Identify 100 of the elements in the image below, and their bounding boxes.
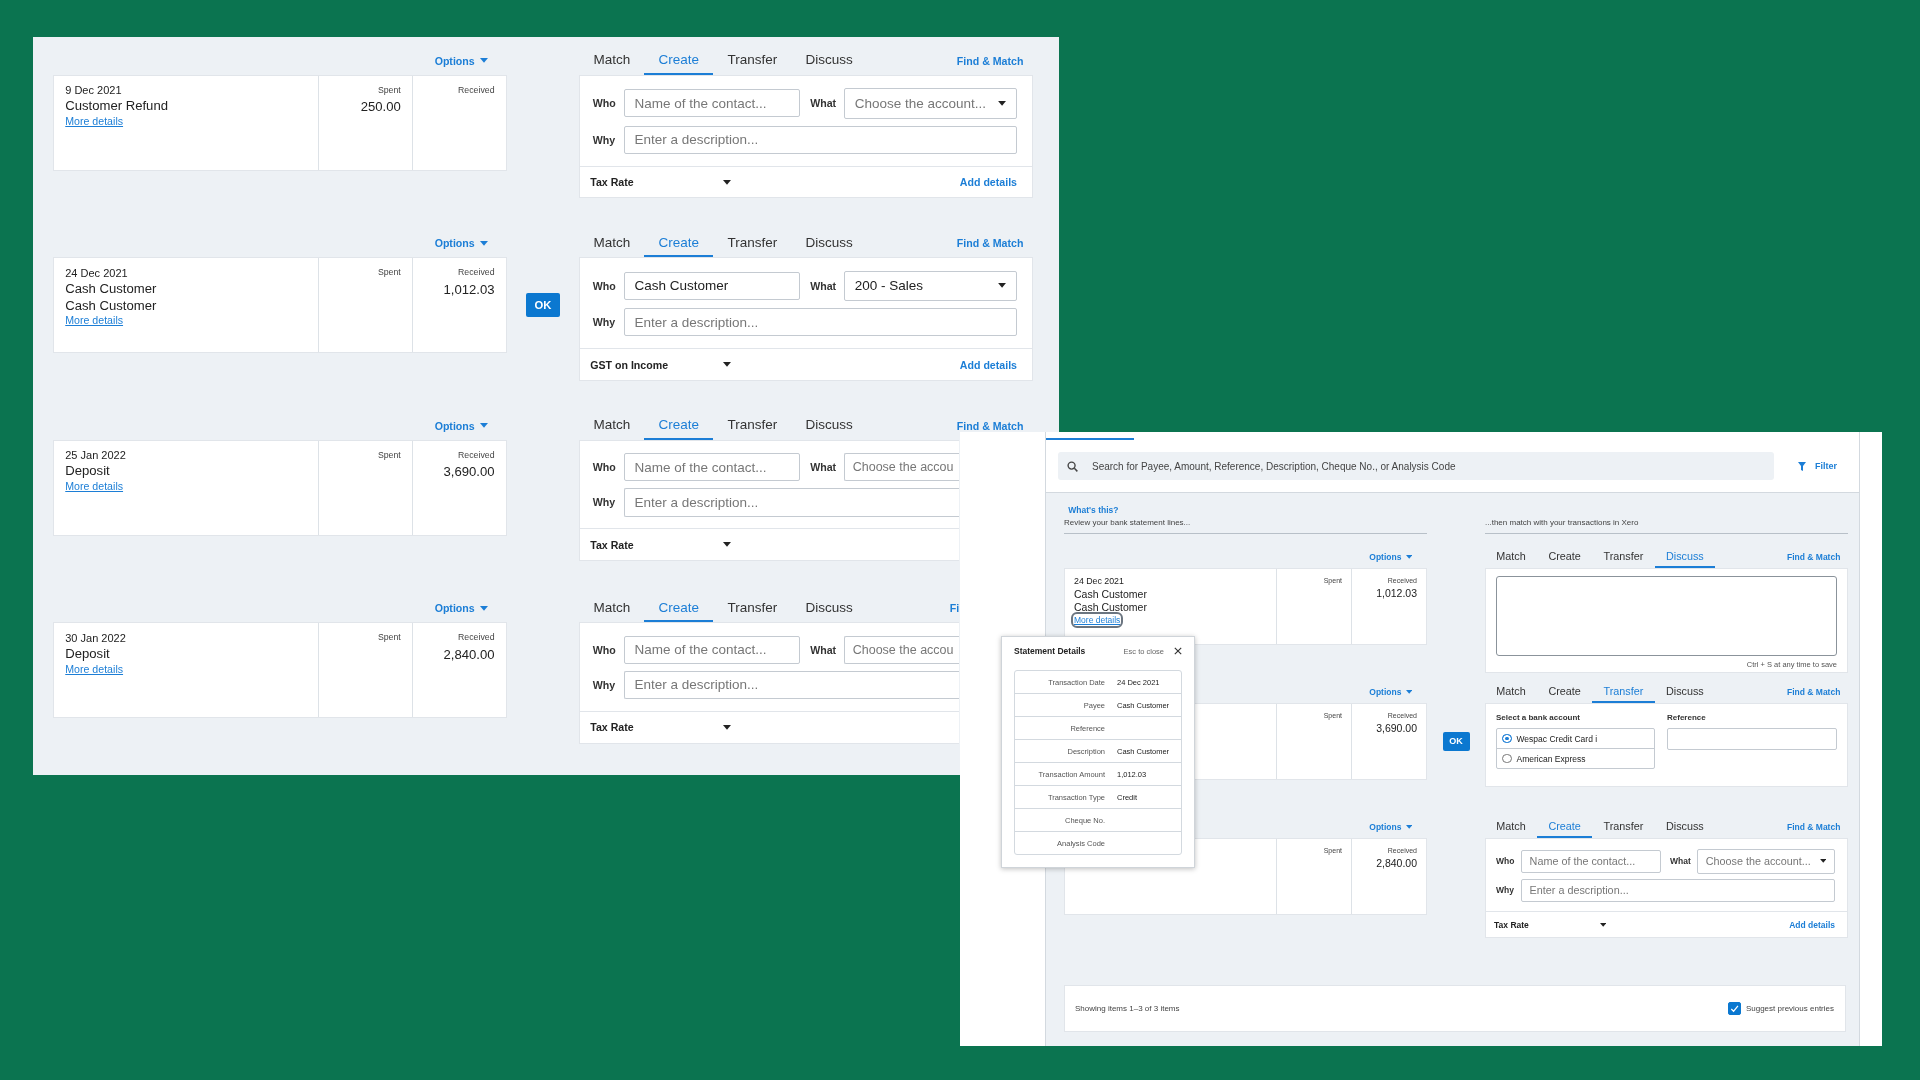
radio-button[interactable]	[1502, 733, 1512, 744]
contact-field[interactable]: Name of the contact...	[624, 635, 800, 664]
caption-text: Review your bank statement lines...	[1064, 518, 1192, 527]
tab[interactable]: Discuss	[791, 229, 867, 257]
account-dropdown[interactable]: 200 - Sales	[844, 270, 1017, 302]
field-label: What	[810, 97, 838, 110]
caret-icon	[1820, 859, 1827, 864]
contact-field[interactable]: Name of the contact...	[624, 453, 800, 482]
contact-field[interactable]: Name of the contact...	[1521, 849, 1662, 873]
field-label: What	[1669, 856, 1692, 867]
find-match-link[interactable]: Find & Match	[956, 237, 1033, 250]
options-button[interactable]: Options	[434, 419, 488, 432]
tab[interactable]: Transfer	[713, 412, 792, 440]
tab[interactable]: Match	[1485, 816, 1538, 838]
tab[interactable]: Discuss	[791, 47, 867, 75]
account-dropdown[interactable]: Choose the accou	[844, 635, 960, 664]
tab[interactable]: Discuss	[791, 594, 867, 622]
field-label: Who	[592, 279, 617, 292]
tab[interactable]: Transfer	[713, 47, 792, 75]
tax-rate-dropdown[interactable]: Tax Rate	[590, 538, 731, 551]
column-label: Received	[458, 632, 495, 643]
find-match-link[interactable]: Find & Match	[1787, 687, 1848, 697]
close-icon[interactable]	[1174, 647, 1182, 655]
options-button[interactable]: Options	[434, 237, 488, 250]
tab[interactable]: Discuss	[791, 412, 867, 440]
payee-name: Cash Customer	[1074, 587, 1147, 600]
caret-icon	[998, 283, 1007, 289]
checkbox[interactable]	[1727, 1002, 1741, 1015]
tab[interactable]: Create	[1537, 546, 1593, 568]
description-field[interactable]: Enter a description...	[624, 308, 1017, 337]
reference-field[interactable]	[1667, 728, 1837, 750]
tab[interactable]: Match	[1485, 546, 1538, 568]
radio-option[interactable]: American Express	[1497, 748, 1654, 768]
options-button[interactable]: Options	[1369, 552, 1412, 562]
find-match-link[interactable]: Fi	[949, 602, 960, 615]
find-match-link[interactable]: Find & Match	[956, 419, 1033, 432]
options-button[interactable]: Options	[434, 54, 488, 67]
add-details-link[interactable]: Add details	[959, 176, 1017, 189]
column-label: Spent	[377, 449, 401, 460]
comment-field[interactable]	[1496, 576, 1837, 656]
whats-this-link[interactable]: What's this?	[1064, 505, 1427, 515]
amount: 3,690.00	[443, 464, 495, 480]
description-field[interactable]: Enter a description...	[624, 125, 1017, 154]
find-match-link[interactable]: Find & Match	[956, 54, 1033, 67]
search-input[interactable]: Search for Payee, Amount, Reference, Description, Cheque No., or Analysis Code	[1090, 459, 1765, 473]
account-dropdown[interactable]: Choose the account...	[1697, 849, 1835, 874]
find-match-link[interactable]: Find & Match	[1787, 822, 1848, 832]
more-details-link[interactable]: More details	[65, 480, 124, 492]
options-button[interactable]: Options	[1369, 687, 1412, 697]
description-field[interactable]: Enter a description...	[624, 488, 960, 517]
tab[interactable]: Match	[579, 412, 645, 440]
options-button[interactable]: Options	[1369, 822, 1412, 832]
field-label: Why	[592, 133, 617, 146]
more-details-link[interactable]: More details	[65, 314, 124, 327]
tab[interactable]: Match	[579, 594, 645, 622]
statement-date: 9 Dec 2021	[65, 84, 122, 97]
ok-button[interactable]: OK	[1442, 732, 1470, 751]
tax-rate-dropdown[interactable]: Tax Rate	[1494, 919, 1607, 930]
options-button[interactable]: Options	[434, 602, 488, 615]
amount: 250.00	[360, 99, 401, 115]
description-field[interactable]: Enter a description...	[1521, 879, 1835, 902]
statement-date: 30 Jan 2022	[65, 631, 126, 644]
tab[interactable]: Match	[1485, 681, 1538, 703]
search-field[interactable]: Search for Payee, Amount, Reference, Description, Cheque No., or Analysis Code	[1058, 452, 1774, 480]
amount: 2,840.00	[1376, 857, 1417, 869]
find-match-link[interactable]: Find & Match	[1787, 552, 1848, 562]
add-details-link[interactable]: Add details	[959, 358, 1017, 371]
account-dropdown[interactable]: Choose the account...	[844, 88, 1017, 119]
filter-button[interactable]: Filter	[1798, 461, 1837, 471]
field-label: Why	[592, 678, 617, 691]
tab[interactable]: Match	[579, 47, 645, 75]
tax-rate-dropdown[interactable]: Tax Rate	[590, 721, 731, 734]
tab[interactable]: Discuss	[1654, 681, 1716, 703]
description-field[interactable]: Enter a description...	[624, 670, 960, 700]
tab[interactable]: Transfer	[1592, 816, 1655, 838]
more-details-link[interactable]: More details	[1074, 614, 1121, 625]
column-label: Spent	[377, 632, 401, 643]
caret-icon	[480, 605, 488, 611]
radio-option[interactable]: Wespac Credit Card i	[1497, 729, 1654, 748]
tab[interactable]: Transfer	[1592, 546, 1655, 568]
tab[interactable]: Discuss	[1654, 816, 1716, 838]
ok-button[interactable]: OK	[526, 293, 560, 317]
column-label: Spent	[377, 84, 401, 95]
statement-date: 24 Dec 2021	[1074, 576, 1124, 586]
tab[interactable]: Transfer	[713, 229, 792, 257]
tab[interactable]: Match	[579, 229, 645, 257]
caret-icon	[480, 423, 488, 429]
statement-date: 25 Jan 2022	[65, 449, 126, 462]
more-details-link[interactable]: More details	[65, 115, 124, 127]
field-label: Select a bank account	[1496, 713, 1582, 722]
account-dropdown[interactable]: Choose the accou	[844, 453, 960, 482]
tax-rate-dropdown[interactable]: GST on Income	[590, 358, 731, 371]
tab[interactable]: Create	[1537, 681, 1593, 703]
contact-field[interactable]: Name of the contact...	[624, 89, 800, 118]
tab[interactable]: Transfer	[713, 594, 792, 622]
add-details-link[interactable]: Add details	[1789, 919, 1835, 930]
tax-rate-dropdown[interactable]: Tax Rate	[590, 176, 731, 189]
more-details-link[interactable]: More details	[65, 662, 124, 675]
payee-name: Cash Customer	[1074, 601, 1147, 613]
contact-field[interactable]: Cash Customer	[624, 271, 800, 300]
